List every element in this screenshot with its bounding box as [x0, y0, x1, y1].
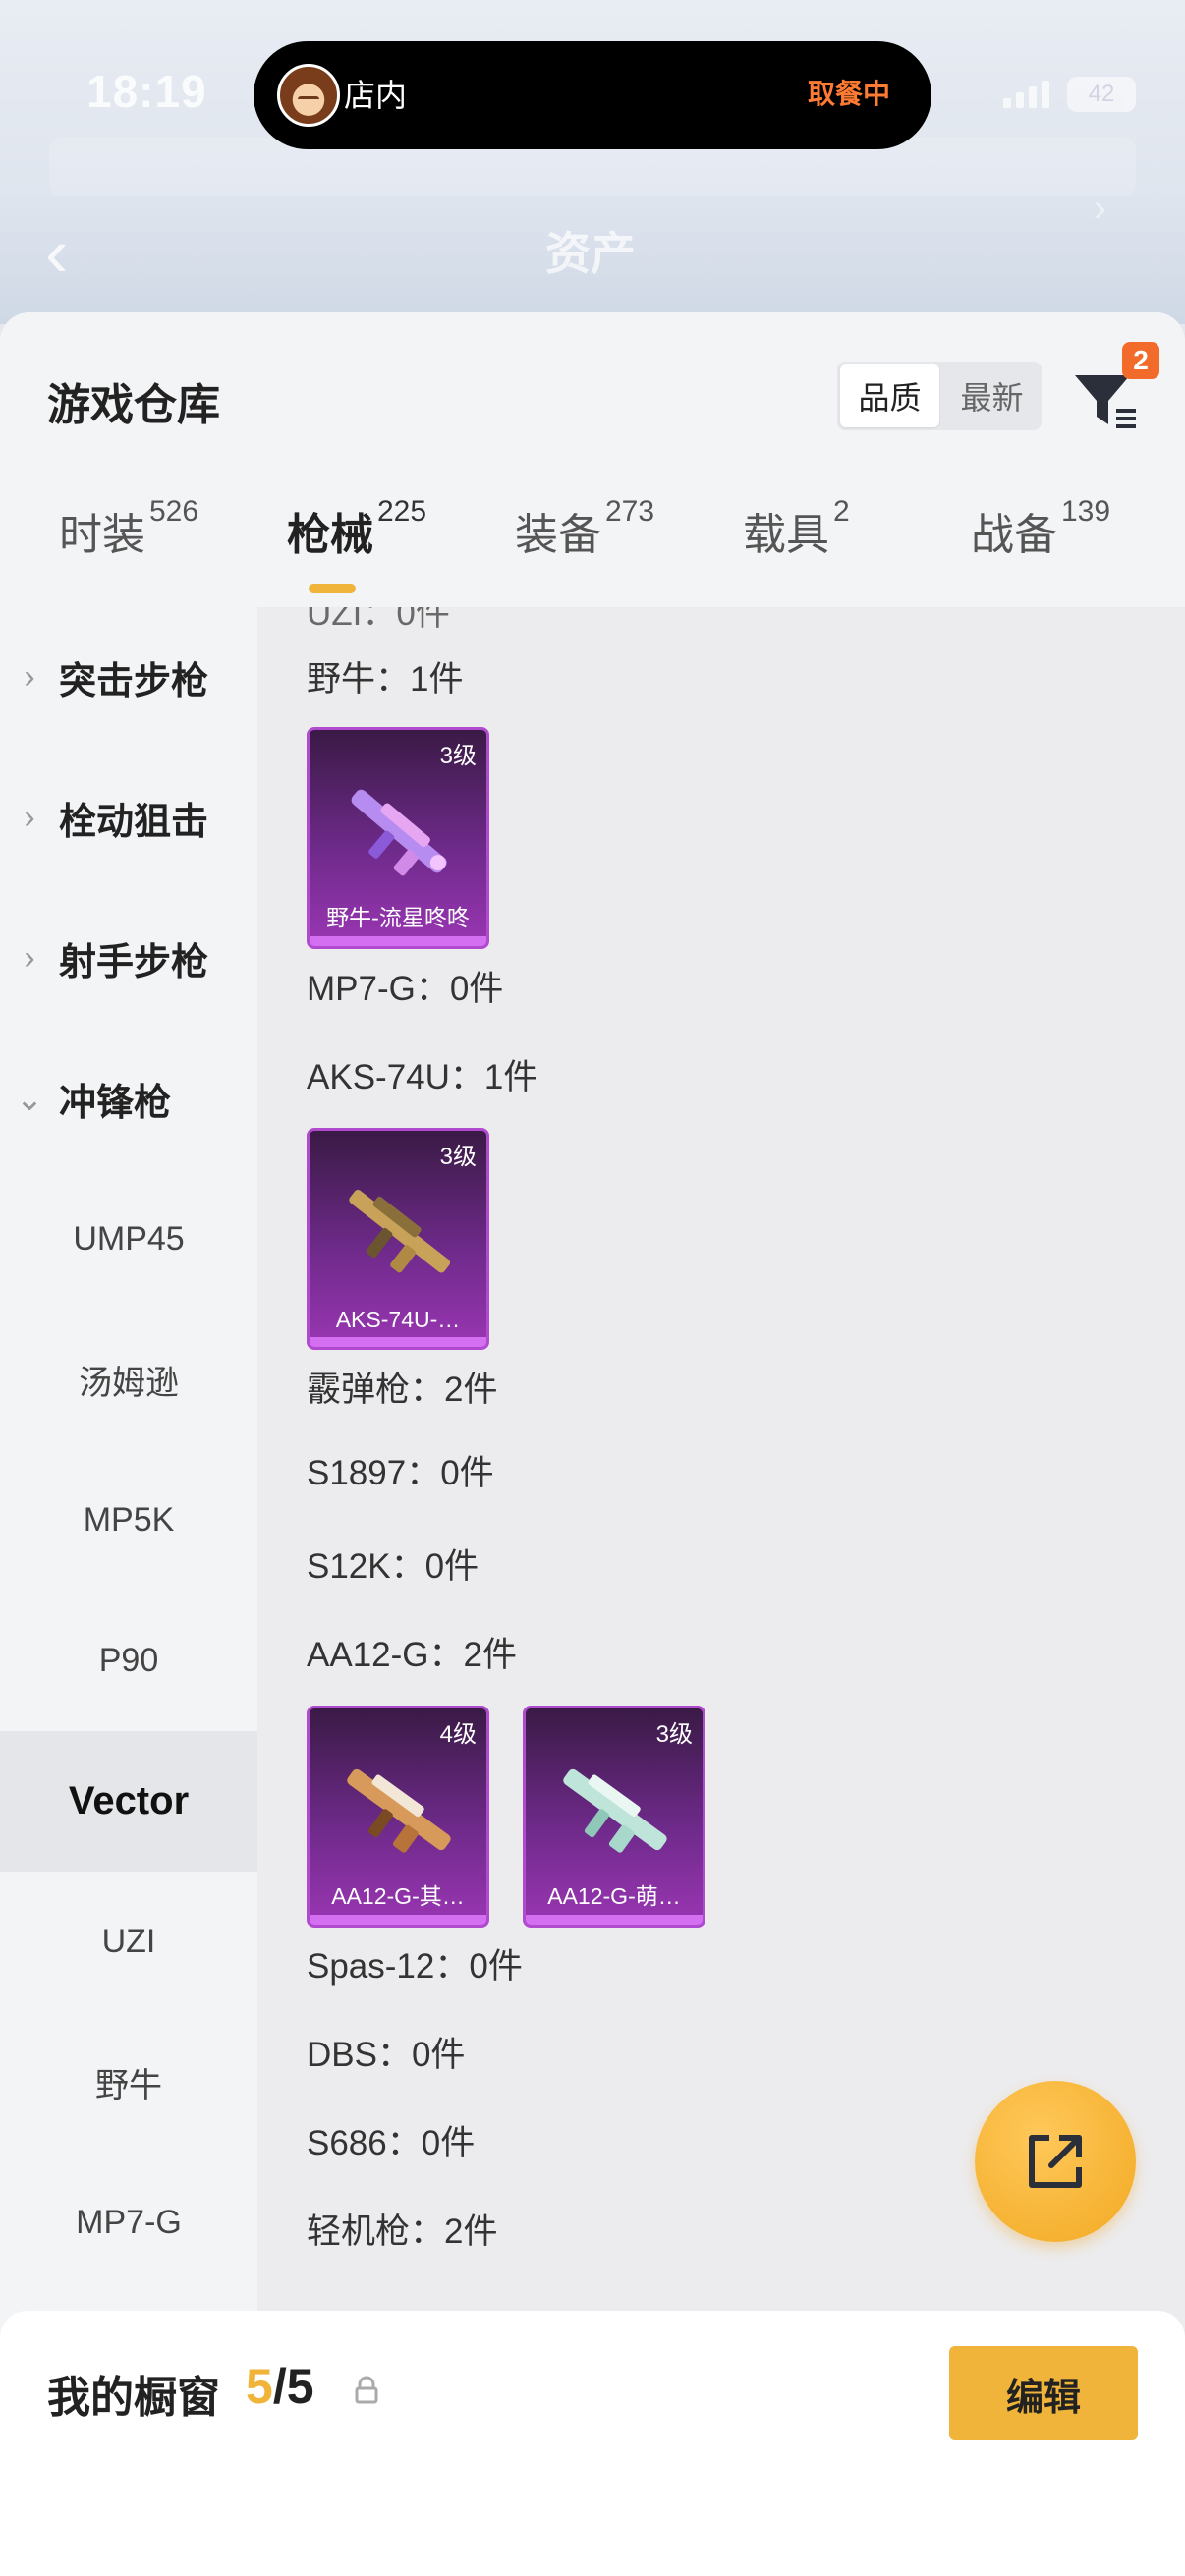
chevron-right-icon: › — [24, 658, 35, 696]
sheet-header: 游戏仓库 品质 最新 2 时装 526 枪械 225 装备 273 载具 2 战备 139 — [0, 312, 1185, 607]
sidebar-group-label: 突击步枪 — [59, 661, 209, 702]
sidebar-group-smg[interactable]: ⌄ 冲锋枪 — [0, 1029, 257, 1169]
battery-icon: 42 — [1067, 77, 1136, 112]
sidebar-item-mp7g[interactable]: MP7-G — [0, 2153, 257, 2293]
tab-count: 2 — [833, 495, 850, 528]
island-status-label: 取餐中 — [807, 79, 890, 109]
sidebar-item-mp5k[interactable]: MP5K — [0, 1450, 257, 1591]
weapon-list: UZI：0件 野牛：1件 3级 野牛-流星咚咚 MP7-G：0件 AKS-74U… — [257, 607, 1185, 2576]
page-title: 资产 — [545, 228, 636, 279]
sidebar-item-vector[interactable]: Vector — [0, 1731, 257, 1872]
back-chevron-icon[interactable]: ‹ — [45, 218, 68, 287]
weapon-image — [349, 1189, 451, 1273]
chevron-right-icon: › — [24, 799, 35, 836]
sidebar-group-marksman-rifle[interactable]: › 射手步枪 — [0, 888, 257, 1029]
card-name: AA12-G-萌… — [547, 1883, 681, 1909]
list-item: S1897：0件 — [307, 1454, 494, 1492]
list-item-partial: UZI：0件 — [307, 607, 450, 633]
rarity-bar — [526, 1915, 703, 1925]
list-item: Spas-12：0件 — [307, 1947, 523, 1986]
sidebar-group-assault-rifle[interactable]: › 突击步枪 — [0, 607, 257, 748]
tab-vehicles[interactable]: 载具 2 — [743, 495, 850, 562]
sidebar-item-uzi[interactable]: UZI — [0, 1872, 257, 2012]
sidebar-group-label: 栓动狙击 — [59, 802, 209, 843]
list-item: AKS-74U：1件 — [307, 1058, 538, 1096]
chevron-right-icon: › — [24, 939, 35, 977]
lock-icon — [355, 2376, 378, 2404]
weapon-image — [351, 789, 447, 876]
sheet-title: 游戏仓库 — [47, 381, 220, 429]
island-store-label: 店内 — [344, 78, 408, 113]
weapon-image — [347, 1768, 451, 1853]
tab-firearms[interactable]: 枪械 225 — [287, 495, 426, 562]
external-link-icon — [1029, 2135, 1082, 2188]
sidebar-group-label: 射手步枪 — [59, 942, 209, 983]
signal-icon — [1003, 81, 1049, 108]
tab-supplies[interactable]: 战备 139 — [971, 495, 1110, 562]
list-item: MP7-G：0件 — [307, 970, 504, 1008]
sidebar-item-bizon[interactable]: 野牛 — [0, 2012, 257, 2153]
tab-label: 时装 — [59, 511, 145, 559]
tab-count: 225 — [377, 495, 427, 528]
weapon-image — [563, 1768, 667, 1853]
list-item: DBS：0件 — [307, 2036, 466, 2074]
rarity-bar — [310, 936, 486, 946]
share-button[interactable] — [975, 2081, 1136, 2242]
tab-label: 载具 — [743, 511, 829, 559]
list-item: S12K：0件 — [307, 1547, 480, 1586]
tab-count: 139 — [1061, 495, 1111, 528]
tab-count: 273 — [605, 495, 655, 528]
card-name: 野牛-流星咚咚 — [326, 905, 470, 930]
tab-count: 526 — [149, 495, 199, 528]
filter-count-badge: 2 — [1122, 342, 1159, 379]
list-item: S686：0件 — [307, 2124, 476, 2162]
chevron-down-icon: ⌄ — [15, 1080, 44, 1118]
sidebar-group-label: 冲锋枪 — [59, 1083, 172, 1124]
weapon-category-sidebar: › 突击步枪 › 栓动狙击 › 射手步枪 ⌄ 冲锋枪 UMP45 汤姆逊 MP5K P9… — [0, 607, 257, 2576]
weapon-card[interactable]: 4级 AA12-G-其… — [307, 1706, 489, 1928]
tab-equipment[interactable]: 装备 273 — [515, 495, 654, 562]
list-item: 霰弹枪：2件 — [307, 1371, 498, 1409]
tab-label: 枪械 — [287, 511, 373, 559]
sidebar-item-thompson[interactable]: 汤姆逊 — [0, 1310, 257, 1450]
sidebar-item-p90[interactable]: P90 — [0, 1591, 257, 1731]
showcase-title: 我的橱窗 — [47, 2374, 220, 2422]
list-item: AA12-G：2件 — [307, 1636, 517, 1674]
tab-fashion[interactable]: 时装 526 — [59, 495, 198, 562]
weapon-card[interactable]: 3级 野牛-流星咚咚 — [307, 727, 489, 949]
dynamic-island[interactable]: 店内 取餐中 — [254, 41, 931, 149]
list-item: 轻机枪：2件 — [307, 2212, 498, 2251]
rarity-bar — [310, 1915, 486, 1925]
status-time: 18:19 — [86, 66, 207, 117]
card-name: AKS-74U-… — [335, 1307, 461, 1332]
tab-label: 战备 — [971, 511, 1057, 559]
sidebar-item-ump45[interactable]: UMP45 — [0, 1169, 257, 1310]
category-tabs: 时装 526 枪械 225 装备 273 载具 2 战备 139 — [0, 495, 1185, 607]
active-tab-indicator — [309, 584, 356, 593]
sort-toggle: 品质 最新 — [837, 362, 1042, 430]
sort-newest-button[interactable]: 最新 — [942, 362, 1042, 430]
sidebar-group-bolt-sniper[interactable]: › 栓动狙击 — [0, 748, 257, 888]
edit-button[interactable]: 编辑 — [949, 2346, 1138, 2440]
warehouse-sheet: 游戏仓库 品质 最新 2 时装 526 枪械 225 装备 273 载具 2 战备 139… — [0, 312, 1185, 2576]
status-icons: 42 — [1003, 77, 1136, 112]
tab-label: 装备 — [515, 511, 601, 559]
showcase-count-used: 5 — [246, 2359, 273, 2414]
weapon-card[interactable]: 3级 AA12-G-萌… — [523, 1706, 705, 1928]
avatar — [277, 64, 340, 127]
weapon-card[interactable]: 3级 AKS-74U-… — [307, 1128, 489, 1350]
rarity-bar — [310, 1337, 486, 1347]
chevron-right-icon: › — [1093, 187, 1106, 230]
showcase-count-total: /5 — [272, 2359, 314, 2414]
card-name: AA12-G-其… — [331, 1883, 465, 1909]
sort-quality-button[interactable]: 品质 — [840, 364, 939, 427]
showcase-count: 5/5 — [246, 2358, 314, 2415]
list-item: 野牛：1件 — [307, 660, 464, 699]
showcase-panel: 我的橱窗 5/5 编辑 — [0, 2311, 1185, 2576]
